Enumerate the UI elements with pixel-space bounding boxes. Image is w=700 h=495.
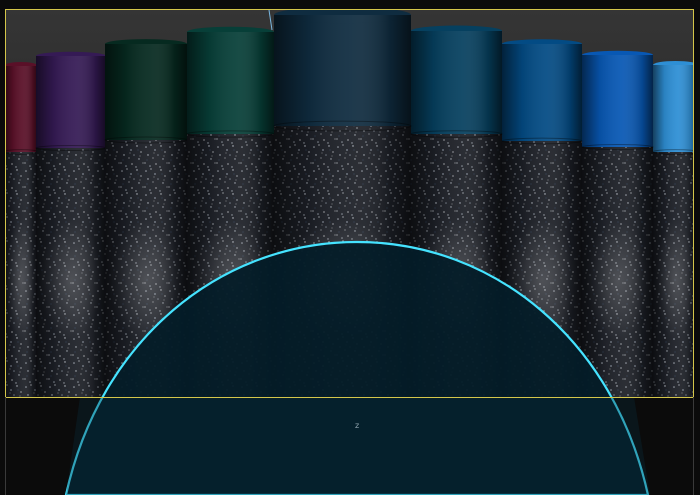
cylinder-royal-blue[interactable]	[581, 50, 654, 400]
cylinder-sky-blue[interactable]	[652, 61, 698, 400]
cylinder-crimson[interactable]	[4, 62, 39, 400]
scene-canvas[interactable]	[0, 0, 700, 495]
viewport[interactable]: z	[0, 0, 700, 495]
z-axis-label: z	[355, 421, 360, 430]
selection-dome-lower-tint	[66, 397, 650, 495]
cylinder-purple[interactable]	[35, 51, 107, 400]
